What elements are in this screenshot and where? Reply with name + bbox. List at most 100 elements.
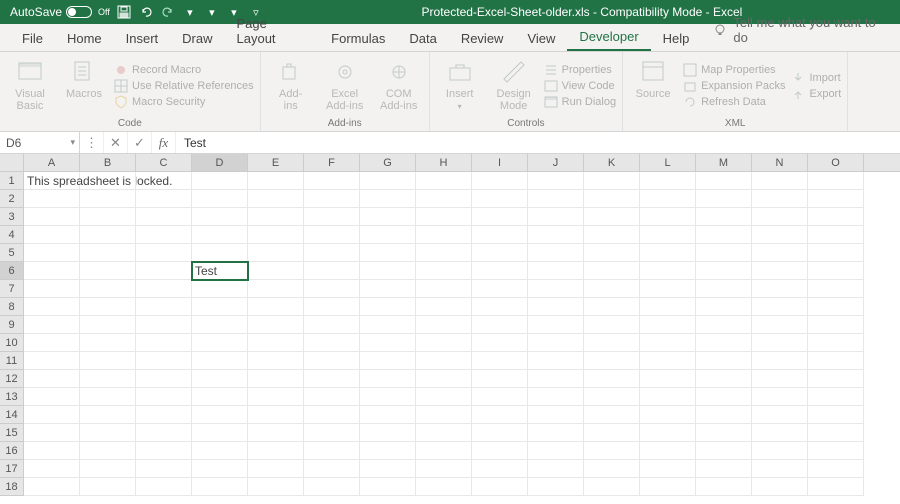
export-button[interactable]: Export [791,87,841,101]
cell-N9[interactable] [752,316,808,334]
col-head-M[interactable]: M [696,154,752,171]
cell-K10[interactable] [584,334,640,352]
cell-M8[interactable] [696,298,752,316]
cell-L15[interactable] [640,424,696,442]
cell-G10[interactable] [360,334,416,352]
cell-F17[interactable] [304,460,360,478]
undo-icon[interactable] [138,4,154,20]
cell-O3[interactable] [808,208,864,226]
tab-formulas[interactable]: Formulas [319,25,397,51]
cell-H2[interactable] [416,190,472,208]
cell-L7[interactable] [640,280,696,298]
row-head-14[interactable]: 14 [0,406,24,424]
cell-I18[interactable] [472,478,528,496]
cell-J1[interactable] [528,172,584,190]
cell-N7[interactable] [752,280,808,298]
cell-M7[interactable] [696,280,752,298]
cell-F12[interactable] [304,370,360,388]
cell-O10[interactable] [808,334,864,352]
cell-N13[interactable] [752,388,808,406]
cell-J18[interactable] [528,478,584,496]
cell-F9[interactable] [304,316,360,334]
cell-L12[interactable] [640,370,696,388]
cell-M9[interactable] [696,316,752,334]
cell-G4[interactable] [360,226,416,244]
cell-B14[interactable] [80,406,136,424]
cell-E11[interactable] [248,352,304,370]
col-head-C[interactable]: C [136,154,192,171]
cell-D12[interactable] [192,370,248,388]
cell-A1[interactable]: This spreadsheet is locked. [24,172,80,190]
cell-M5[interactable] [696,244,752,262]
cell-K15[interactable] [584,424,640,442]
cell-I3[interactable] [472,208,528,226]
cell-M17[interactable] [696,460,752,478]
properties-button[interactable]: Properties [544,63,616,77]
cell-N1[interactable] [752,172,808,190]
cell-C4[interactable] [136,226,192,244]
cell-C10[interactable] [136,334,192,352]
cell-H1[interactable] [416,172,472,190]
visual-basic-button[interactable]: Visual Basic [6,56,54,116]
qat-icon-1[interactable]: ▾ [182,4,198,20]
cell-N18[interactable] [752,478,808,496]
cell-N8[interactable] [752,298,808,316]
cell-C9[interactable] [136,316,192,334]
cell-D18[interactable] [192,478,248,496]
refresh-data-button[interactable]: Refresh Data [683,95,785,109]
cell-A16[interactable] [24,442,80,460]
cell-O6[interactable] [808,262,864,280]
cell-B4[interactable] [80,226,136,244]
cell-J5[interactable] [528,244,584,262]
cell-N2[interactable] [752,190,808,208]
cell-O2[interactable] [808,190,864,208]
row-head-5[interactable]: 5 [0,244,24,262]
cell-A2[interactable] [24,190,80,208]
addins-button[interactable]: Add- ins [267,56,315,116]
cell-L2[interactable] [640,190,696,208]
cell-B11[interactable] [80,352,136,370]
cell-D10[interactable] [192,334,248,352]
cell-B8[interactable] [80,298,136,316]
cell-K12[interactable] [584,370,640,388]
cell-C14[interactable] [136,406,192,424]
cell-H14[interactable] [416,406,472,424]
row-head-6[interactable]: 6 [0,262,24,280]
cell-H3[interactable] [416,208,472,226]
row-head-10[interactable]: 10 [0,334,24,352]
row-head-4[interactable]: 4 [0,226,24,244]
cell-E2[interactable] [248,190,304,208]
cell-L5[interactable] [640,244,696,262]
cell-E17[interactable] [248,460,304,478]
col-head-E[interactable]: E [248,154,304,171]
cell-D8[interactable] [192,298,248,316]
tab-insert[interactable]: Insert [114,25,171,51]
use-relative-button[interactable]: Use Relative References [114,79,254,93]
cell-G17[interactable] [360,460,416,478]
col-head-O[interactable]: O [808,154,864,171]
col-head-K[interactable]: K [584,154,640,171]
cell-N14[interactable] [752,406,808,424]
cell-J2[interactable] [528,190,584,208]
cell-B17[interactable] [80,460,136,478]
cell-L17[interactable] [640,460,696,478]
cell-D4[interactable] [192,226,248,244]
col-head-D[interactable]: D [192,154,248,171]
cell-J8[interactable] [528,298,584,316]
import-button[interactable]: Import [791,71,841,85]
row-head-9[interactable]: 9 [0,316,24,334]
cell-H12[interactable] [416,370,472,388]
cell-F5[interactable] [304,244,360,262]
cell-N6[interactable] [752,262,808,280]
cell-C18[interactable] [136,478,192,496]
cell-O11[interactable] [808,352,864,370]
run-dialog-button[interactable]: Run Dialog [544,95,616,109]
row-head-16[interactable]: 16 [0,442,24,460]
source-button[interactable]: Source [629,56,677,116]
cell-F7[interactable] [304,280,360,298]
cell-N10[interactable] [752,334,808,352]
cell-B2[interactable] [80,190,136,208]
cell-I14[interactable] [472,406,528,424]
cell-D9[interactable] [192,316,248,334]
cell-F11[interactable] [304,352,360,370]
